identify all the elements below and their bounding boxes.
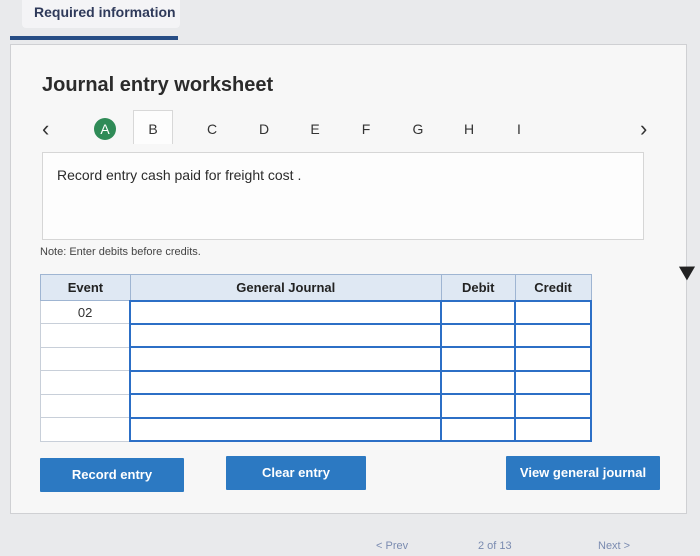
col-credit: Credit [514,274,592,301]
page-indicator: 2 of 13 [478,540,512,552]
col-event: Event [40,274,131,301]
debit-input[interactable] [440,369,517,396]
col-debit: Debit [440,274,516,301]
account-input[interactable] [129,369,443,396]
table-row [40,416,592,443]
table-row: 02 [40,299,592,325]
chevron-right-icon[interactable]: › [640,116,647,142]
credit-input[interactable] [514,369,592,396]
journal-table: Event General Journal Debit Credit 02 [40,274,592,443]
debit-input[interactable] [440,346,517,372]
credit-input[interactable] [514,346,592,372]
table-row [40,369,592,396]
debit-input[interactable] [440,416,517,443]
credit-input[interactable] [514,299,592,325]
step-h[interactable]: H [458,118,480,140]
credit-input[interactable] [514,416,592,443]
step-f[interactable]: F [355,118,377,140]
tab-underline [10,36,178,40]
table-row [40,393,592,419]
next-link[interactable]: Next > [598,540,630,552]
debit-input[interactable] [440,393,517,419]
event-cell [40,346,131,372]
pagination-bar: < Prev 2 of 13 Next > [0,540,700,556]
step-e[interactable]: E [304,118,326,140]
event-cell [40,370,131,395]
account-input[interactable] [129,393,443,419]
prev-link[interactable]: < Prev [376,540,408,552]
event-cell [40,417,131,442]
step-navigation: ‹ A B C D E F G H I › [42,110,667,144]
table-row [40,322,592,349]
table-row [40,346,592,372]
step-d[interactable]: D [253,118,275,140]
credit-input[interactable] [514,393,592,419]
instruction-box: Record entry cash paid for freight cost … [42,152,644,240]
account-input[interactable] [129,416,443,443]
instruction-text: Record entry cash paid for freight cost … [57,167,302,183]
event-cell [40,323,131,348]
step-c[interactable]: C [201,118,223,140]
credit-input[interactable] [514,322,592,349]
col-general-journal: General Journal [129,274,442,301]
worksheet-title: Journal entry worksheet [42,74,274,96]
account-input[interactable] [129,322,443,349]
event-cell [40,393,131,419]
view-general-journal-button[interactable]: View general journal [506,456,660,490]
account-input[interactable] [129,299,443,325]
chevron-left-icon[interactable]: ‹ [42,116,49,142]
step-b[interactable]: B [142,118,164,140]
step-g[interactable]: G [407,118,429,140]
account-input[interactable] [129,346,443,372]
debit-input[interactable] [440,299,517,325]
record-entry-button[interactable]: Record entry [40,458,184,492]
clear-entry-button[interactable]: Clear entry [226,456,366,490]
event-cell: 02 [40,299,131,325]
note-text: Note: Enter debits before credits. [40,246,201,258]
step-a[interactable]: A [94,118,116,140]
step-i[interactable]: I [508,118,530,140]
required-information-tab[interactable]: Required information [22,0,180,28]
debit-input[interactable] [440,322,517,349]
